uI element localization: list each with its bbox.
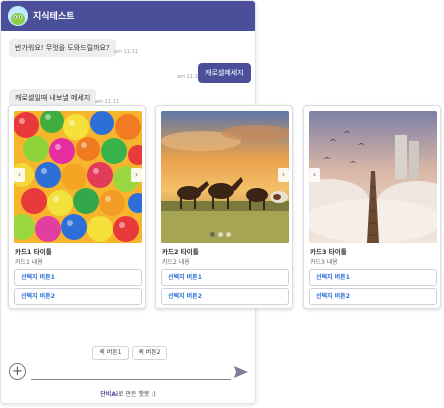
plus-icon[interactable]: + bbox=[9, 363, 26, 380]
quick-reply-button-1[interactable]: 퀵 버튼1 bbox=[92, 346, 129, 360]
card-description: 카드2 내용 bbox=[162, 259, 190, 266]
bot-avatar-icon bbox=[8, 6, 28, 26]
card-choice-button-2[interactable]: 선택지 버튼2 bbox=[161, 288, 289, 305]
card-image-horses-sunset bbox=[161, 111, 289, 243]
card-title: 카드3 타이틀 bbox=[310, 248, 347, 256]
card-description: 카드3 내용 bbox=[310, 259, 338, 266]
carousel-next-arrow-icon[interactable]: › bbox=[278, 168, 289, 182]
bot-message: 반가워요! 무엇을 도와드릴까요? bbox=[9, 39, 116, 57]
card-title: 카드1 타이틀 bbox=[15, 248, 52, 256]
pagination-dot[interactable] bbox=[226, 232, 231, 237]
card-choice-button-2[interactable]: 선택지 버튼2 bbox=[14, 288, 142, 305]
card-choice-button-1[interactable]: 선택지 버튼1 bbox=[14, 269, 142, 286]
card-choice-button-2[interactable]: 선택지 버튼2 bbox=[309, 288, 437, 305]
user-message: 캐로셀메세지 bbox=[198, 63, 251, 83]
pagination-dot[interactable] bbox=[210, 232, 215, 237]
carousel-pagination bbox=[210, 232, 231, 237]
footer-brand: 단비Ai bbox=[100, 391, 119, 398]
carousel-next-arrow-icon[interactable]: › bbox=[131, 168, 142, 182]
quick-reply-button-2[interactable]: 퀵 버튼2 bbox=[132, 346, 167, 360]
pagination-dot[interactable] bbox=[218, 232, 223, 237]
footer-text: 로 만든 챗봇 :) bbox=[118, 391, 156, 398]
carousel-prev-arrow-icon[interactable]: ‹ bbox=[309, 168, 320, 182]
chat-title: 지식테스트 bbox=[33, 12, 75, 22]
carousel-card-2: › 카드2 타이틀 카드2 내용 선택지 버튼1 선택지 버튼2 bbox=[155, 105, 293, 309]
carousel-prev-arrow-icon[interactable]: ‹ bbox=[14, 168, 25, 182]
card-choice-button-1[interactable]: 선택지 버튼1 bbox=[161, 269, 289, 286]
card-image-colorful-balls bbox=[14, 111, 142, 243]
chat-header: 지식테스트 bbox=[1, 1, 255, 31]
send-icon[interactable] bbox=[233, 364, 249, 383]
card-image-sky-path bbox=[309, 111, 437, 243]
card-choice-button-1[interactable]: 선택지 버튼1 bbox=[309, 269, 437, 286]
message-time: am 11:11 bbox=[114, 49, 138, 55]
card-title: 카드2 타이틀 bbox=[162, 248, 199, 256]
carousel-card-1: ‹ › 카드1 타이틀 카드1 내용 선택지 버튼1 선택지 버튼2 bbox=[8, 105, 146, 309]
message-input[interactable] bbox=[31, 379, 231, 380]
footer-credit: 단비Ai로 만든 챗봇 :) bbox=[1, 389, 255, 398]
carousel-card-3: ‹ 카드3 타이틀 카드3 내용 선택지 버튼1 선택지 버튼2 bbox=[303, 105, 441, 309]
card-description: 카드1 내용 bbox=[15, 259, 43, 266]
